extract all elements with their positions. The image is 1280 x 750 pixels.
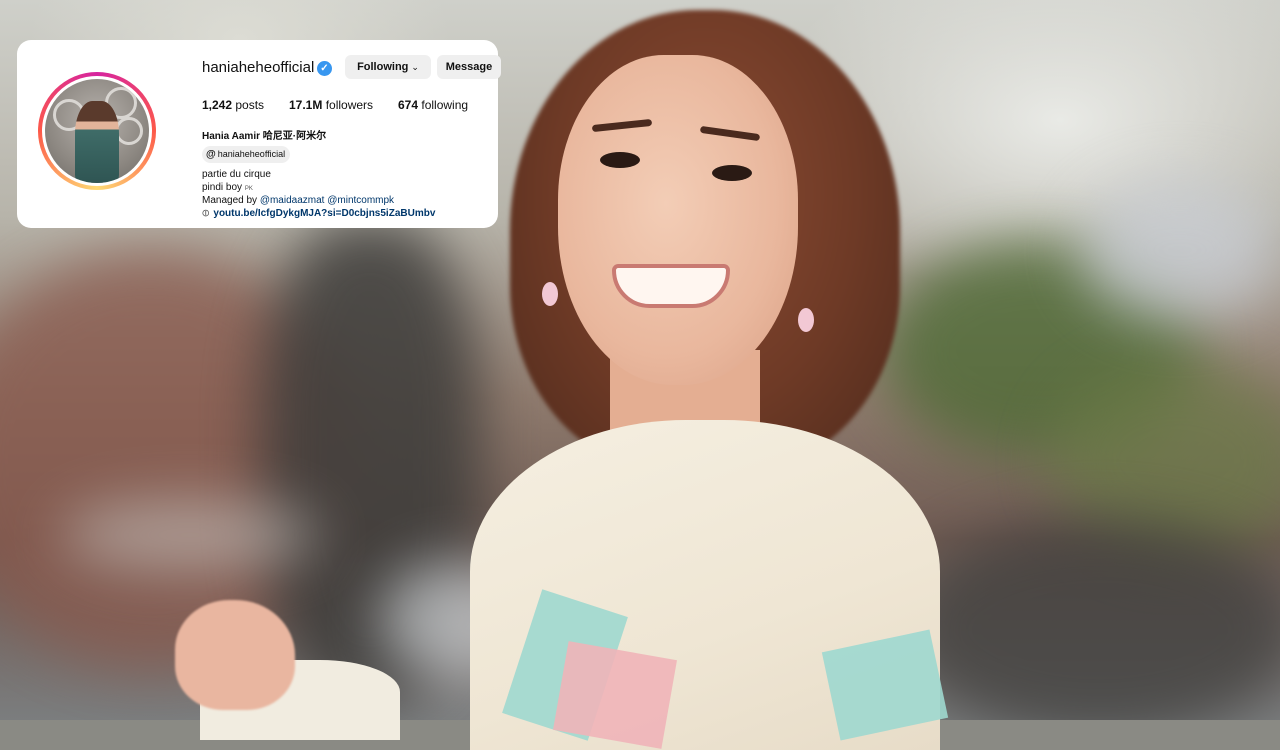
threads-handle: haniaheheofficial (217, 149, 286, 159)
following-button[interactable]: Following ⌄ (345, 55, 431, 79)
message-button[interactable]: Message (437, 55, 501, 79)
threads-link-badge[interactable]: @ haniaheheofficial (202, 146, 291, 163)
message-button-label: Message (445, 61, 493, 73)
followers-label: followers (325, 98, 374, 112)
pakistan-flag: PK (244, 186, 253, 192)
profile-external-link[interactable]: ⊘youtu.be/IcfgDykgMJA?si=D0cbjns5iZaBUmb… (199, 206, 436, 221)
earring (798, 308, 814, 332)
profile-username: haniaheheofficial (202, 59, 315, 76)
mention-link[interactable]: @mintcommpk (327, 195, 394, 206)
followers-stat[interactable]: 17.1M followers (289, 98, 373, 112)
threads-icon: @ (206, 149, 216, 160)
face (558, 55, 798, 385)
story-ring[interactable] (38, 72, 156, 190)
mention-link[interactable]: @maidaazmat (260, 195, 325, 206)
smile (612, 264, 730, 308)
posts-stat[interactable]: 1,242 posts (202, 98, 264, 112)
bio-line: partie du cirque (202, 169, 271, 180)
hand (175, 600, 295, 710)
following-stat[interactable]: 674 following (398, 98, 468, 112)
posts-count: 1,242 (202, 98, 233, 112)
posts-label: posts (235, 98, 265, 112)
following-count: 674 (398, 98, 419, 112)
profile-avatar[interactable] (42, 76, 152, 186)
following-label: following (421, 98, 469, 112)
avatar-decor (115, 117, 143, 145)
avatar-photo (45, 79, 149, 183)
avatar-figure (75, 101, 119, 183)
managed-by-label: Managed by (202, 195, 258, 206)
earring (542, 282, 558, 306)
bio-text: pindi boy (202, 182, 243, 193)
bio-line: pindi boy PK (202, 182, 253, 193)
eye (712, 165, 752, 181)
following-button-label: Following (357, 61, 409, 73)
verified-badge-icon: ✓ (317, 61, 332, 76)
profile-full-name: Hania Aamir 哈尼亚·阿米尔 (202, 131, 327, 142)
instagram-profile-card: haniaheheofficial ✓ Following ⌄ Message 1… (17, 40, 501, 228)
eye (600, 152, 640, 168)
bio-line: Managed by @maidaazmat @mintcommpk (202, 195, 394, 206)
link-icon: ⊘ (199, 206, 214, 221)
sweater-stripe (553, 641, 677, 749)
followers-count: 17.1M (289, 98, 323, 112)
chevron-down-icon: ⌄ (411, 62, 419, 72)
external-link-text: youtu.be/IcfgDykgMJA?si=D0cbjns5iZaBUmbv (213, 208, 436, 219)
